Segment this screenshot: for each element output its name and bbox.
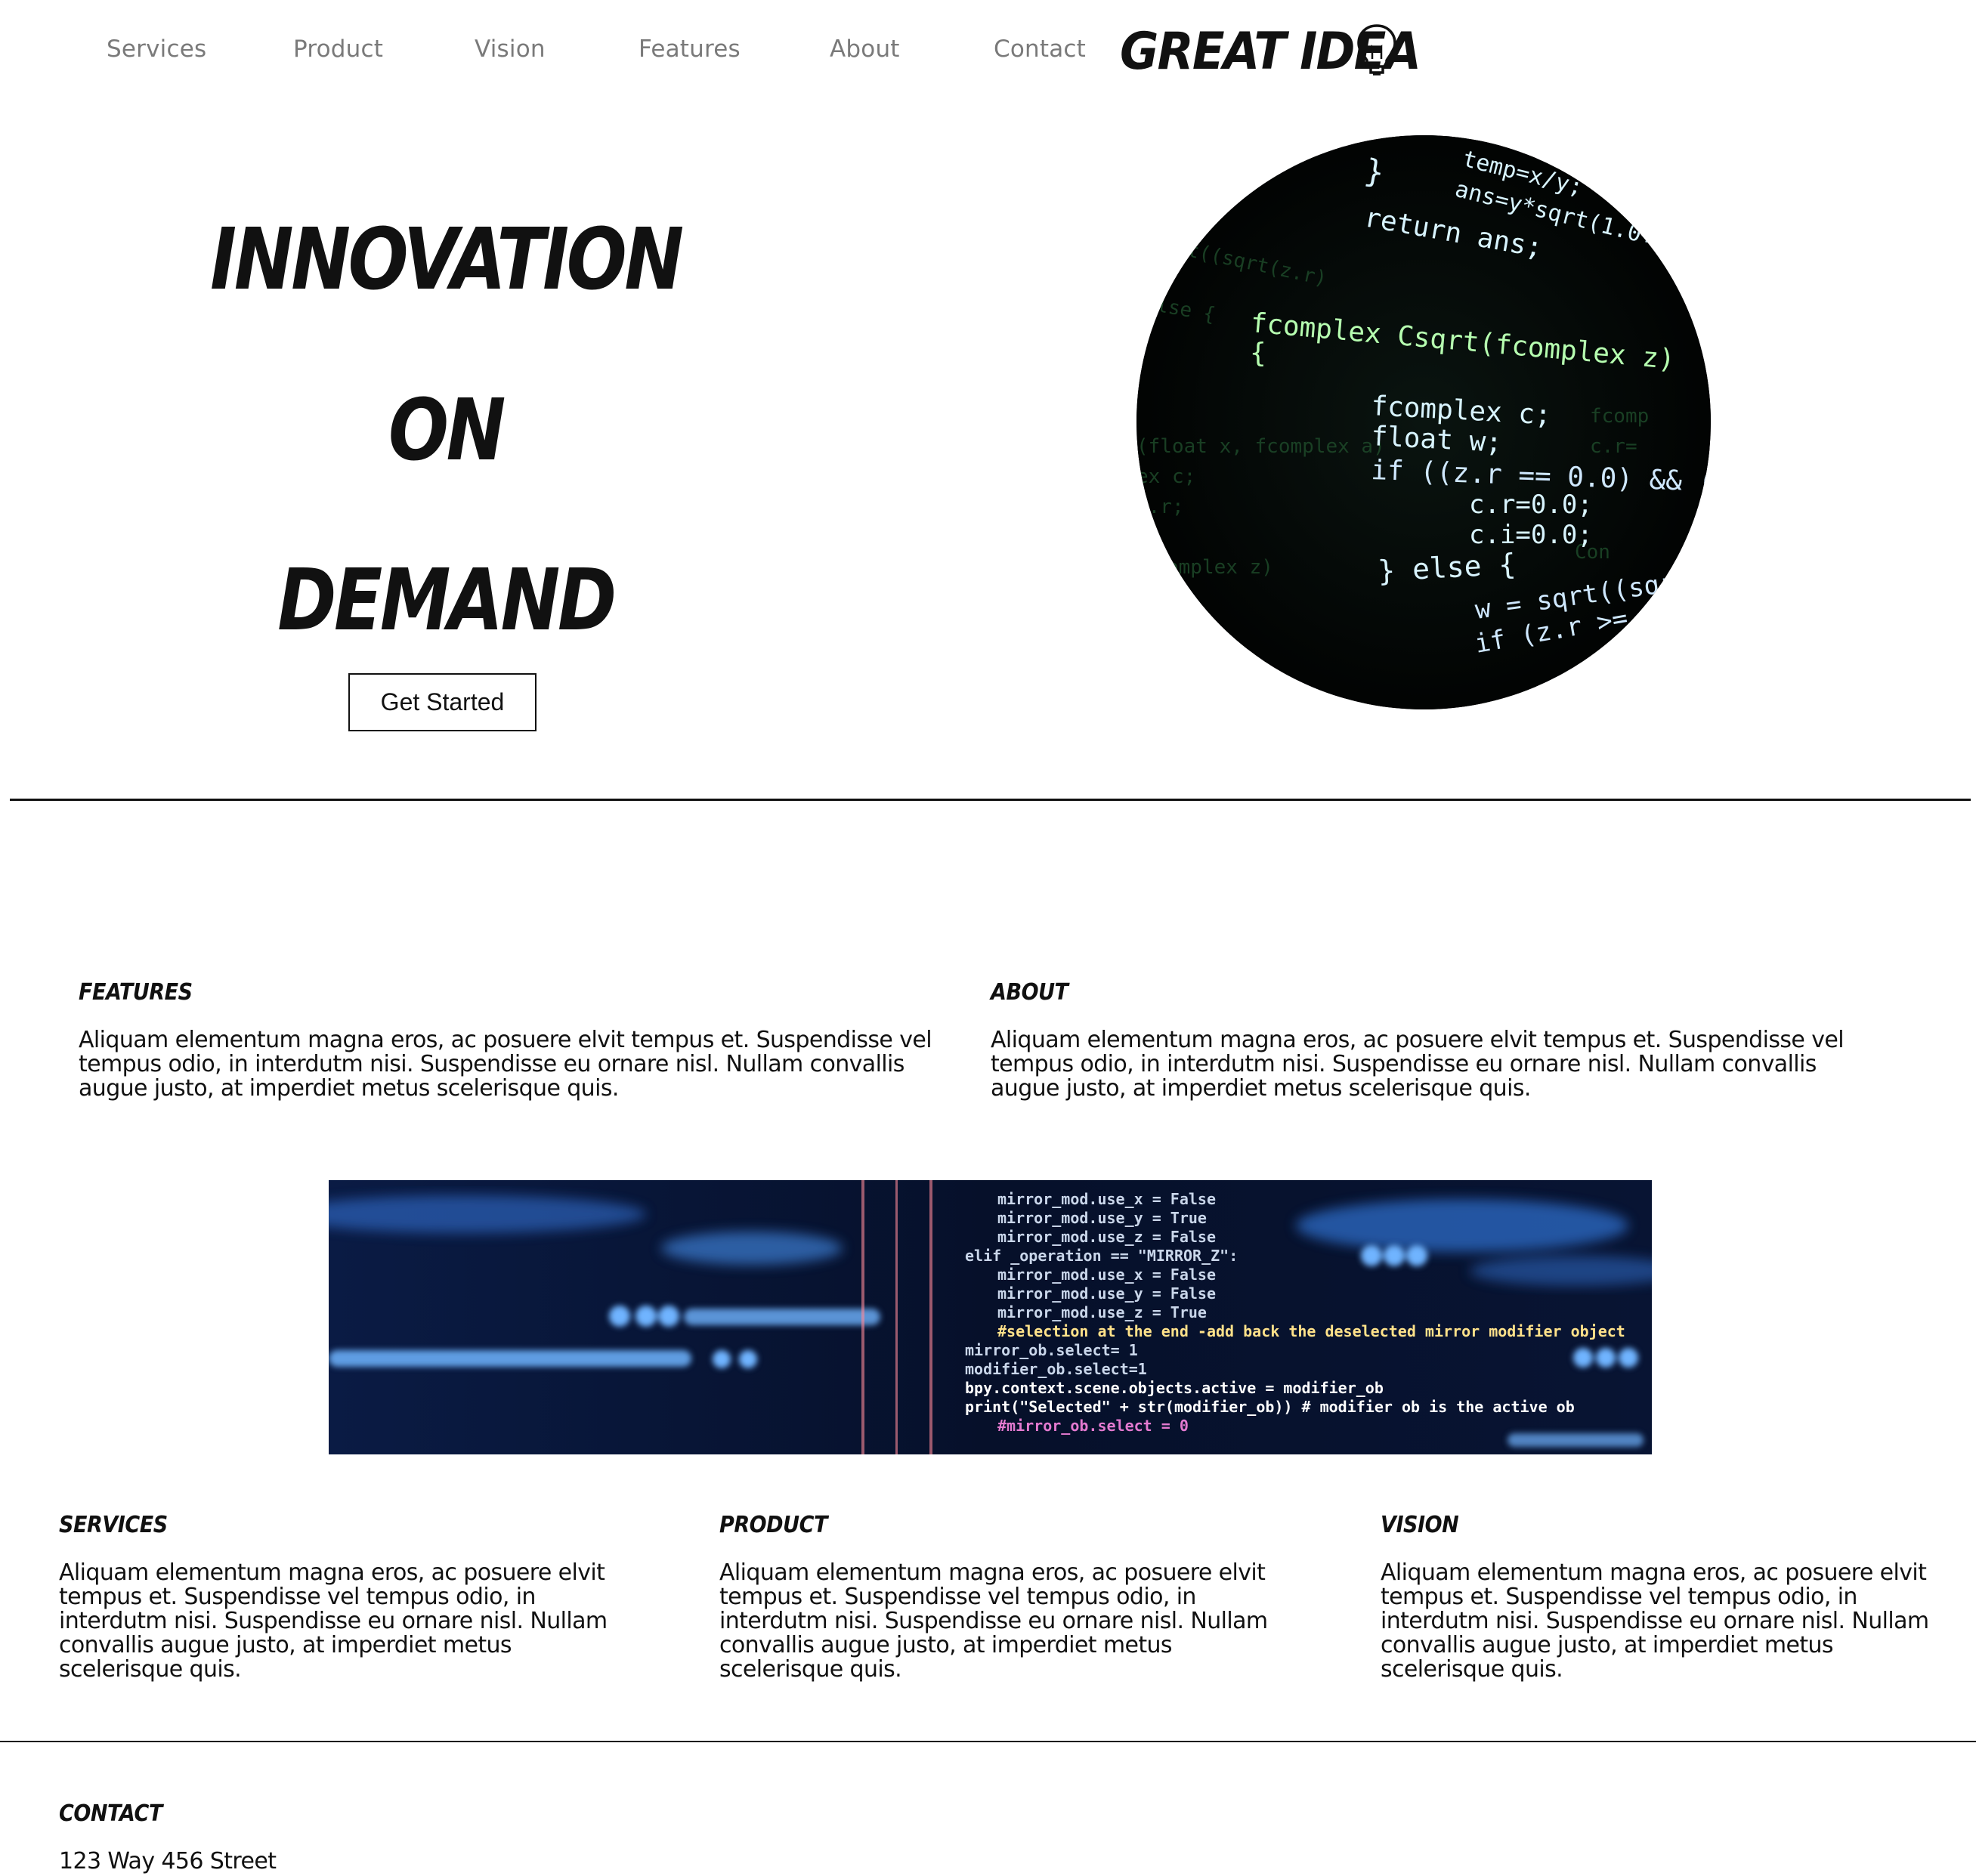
nav-link-services[interactable]: Services <box>107 36 206 63</box>
features-body: Aliquam elementum magna eros, ac posuere… <box>79 1027 932 1102</box>
code-line: mirror_mod.use_y = True <box>997 1209 1207 1227</box>
services-heading: SERVICES <box>59 1512 168 1538</box>
brand-logo[interactable]: GREAT IDEA <box>1120 21 1446 82</box>
hero-word-1: INNOVATION <box>210 211 684 309</box>
svg-text:ex c;: ex c; <box>1136 465 1195 488</box>
svg-text:fcomp: fcomp <box>1590 405 1649 428</box>
code-line: mirror_mod.use_x = False <box>997 1266 1216 1284</box>
nav-link-product[interactable]: Product <box>293 36 383 63</box>
nav-link-contact[interactable]: Contact <box>994 36 1086 63</box>
code-line: #selection at the end -add back the dese… <box>997 1322 1625 1340</box>
nav-link-about[interactable]: About <box>830 36 900 63</box>
svg-text:c.r=: c.r= <box>1590 435 1637 458</box>
contact-heading: CONTACT <box>59 1800 162 1827</box>
features-heading: FEATURES <box>79 979 193 1006</box>
product-body: Aliquam elementum magna eros, ac posuere… <box>719 1559 1268 1683</box>
banner-code-graphic: mirror_mod.use_x = False mirror_mod.use_… <box>329 1180 1652 1454</box>
code-line: #mirror_ob.select = 0 <box>997 1417 1189 1435</box>
hero-word-2: ON <box>388 382 506 480</box>
code-line: mirror_mod.use_x = False <box>997 1190 1216 1208</box>
about-body: Aliquam elementum magna eros, ac posuere… <box>991 1027 1845 1102</box>
nav-link-features[interactable]: Features <box>639 36 741 63</box>
about-heading: ABOUT <box>991 979 1068 1006</box>
code-line: mirror_mod.use_z = True <box>997 1303 1207 1321</box>
hero-code-graphic: sqrt((sqrt(z.r) else { (float x, fcomple… <box>1136 135 1711 709</box>
get-started-button[interactable]: Get Started <box>348 673 537 731</box>
vision-body: Aliquam elementum magna eros, ac posuere… <box>1381 1559 1929 1683</box>
code-line: mirror_mod.use_y = False <box>997 1284 1216 1303</box>
svg-text:c;: c; <box>1136 526 1160 549</box>
svg-text:(float x, fcomplex a): (float x, fcomplex a) <box>1136 435 1385 458</box>
code-line: elif _operation == "MIRROR_Z": <box>965 1247 1238 1265</box>
hero-code-image: sqrt((sqrt(z.r) else { (float x, fcomple… <box>1136 135 1711 709</box>
services-body: Aliquam elementum magna eros, ac posuere… <box>59 1559 608 1683</box>
code-line: c.r=0.0; <box>1469 490 1593 520</box>
code-line: print("Selected" + str(modifier_ob)) # m… <box>965 1398 1575 1416</box>
nav-link-vision[interactable]: Vision <box>475 36 546 63</box>
hero-word-3: DEMAND <box>277 552 617 650</box>
section-divider <box>10 799 1971 801</box>
code-banner-image: mirror_mod.use_x = False mirror_mod.use_… <box>329 1180 1652 1454</box>
code-line: mirror_ob.select= 1 <box>965 1341 1138 1359</box>
code-line: bpy.context.scene.objects.active = modif… <box>965 1379 1384 1397</box>
svg-text:omplex z): omplex z) <box>1167 556 1273 579</box>
svg-text:a.r;: a.r; <box>1136 496 1184 518</box>
code-line: c.i=0.0; <box>1469 520 1593 550</box>
vision-heading: VISION <box>1381 1512 1459 1538</box>
code-line: { <box>1250 338 1266 369</box>
contact-address: 123 Way 456 Street <box>59 1848 277 1874</box>
lightbulb-icon <box>1357 24 1396 76</box>
code-line: mirror_mod.use_z = False <box>997 1228 1216 1246</box>
code-line: modifier_ob.select=1 <box>965 1360 1147 1378</box>
product-heading: PRODUCT <box>719 1512 827 1538</box>
footer-divider <box>0 1741 1976 1742</box>
